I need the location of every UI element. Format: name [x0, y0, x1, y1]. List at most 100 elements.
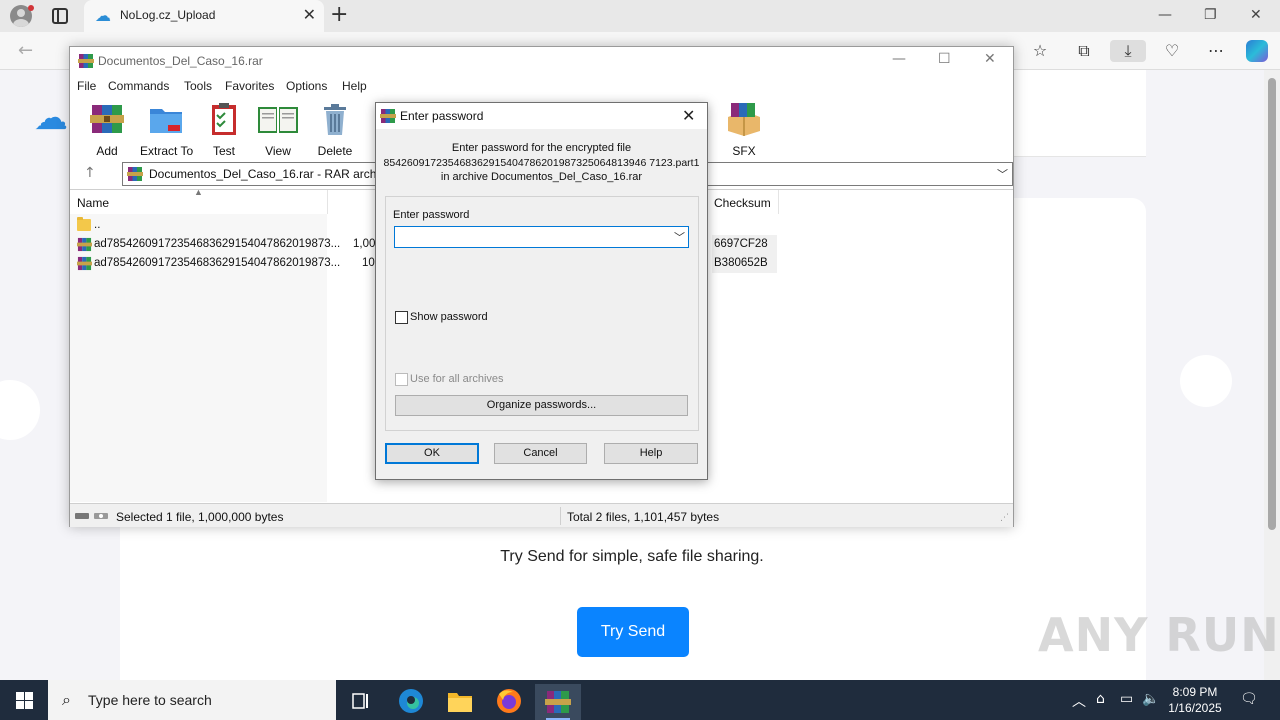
anyrun-watermark: ANY RUN — [1038, 608, 1280, 662]
resize-grip-icon[interactable]: ⋰ — [1000, 513, 1009, 523]
browser-tab-bar: ☁ NoLog.cz_Upload ✕ + — ❐ ✕ — [0, 0, 1280, 32]
dialog-message-line1: Enter password for the encrypted file — [451, 142, 632, 154]
edge-taskbar-button[interactable] — [391, 684, 431, 720]
minimize-icon[interactable]: — — [1158, 5, 1172, 25]
notifications-icon[interactable]: 🗨 — [1240, 691, 1258, 707]
close-tab-icon[interactable]: ✕ — [303, 6, 316, 24]
menu-help[interactable]: Help — [342, 79, 367, 93]
delete-trash-icon — [324, 104, 346, 135]
dialog-close-icon[interactable]: ✕ — [682, 106, 695, 125]
status-selected: Selected 1 file, 1,000,000 bytes — [116, 510, 284, 524]
menu-tools[interactable]: Tools — [184, 79, 212, 93]
folder-icon — [448, 693, 472, 712]
test-clipboard-icon — [212, 103, 236, 135]
test-button[interactable]: Test — [206, 101, 242, 158]
help-button[interactable]: Help — [604, 443, 698, 464]
delete-button[interactable]: Delete — [315, 101, 355, 158]
scrollbar-thumb[interactable] — [1268, 78, 1276, 530]
restore-icon[interactable]: ❐ — [1204, 5, 1217, 25]
favorites-icon[interactable]: ☆ — [1028, 40, 1052, 62]
column-name-label: Name — [77, 196, 110, 210]
column-checksum[interactable]: Checksum — [707, 190, 779, 214]
tab-title: NoLog.cz_Upload — [120, 8, 216, 22]
show-password-label[interactable]: Show password — [410, 311, 488, 323]
menu-file[interactable]: File — [77, 79, 96, 93]
browser-tab[interactable]: ☁ NoLog.cz_Upload ✕ — [84, 0, 324, 32]
firefox-icon — [497, 689, 521, 713]
rar-minimize-icon[interactable]: — — [892, 51, 906, 67]
winrar-menubar: File Commands Tools Favorites Options He… — [70, 75, 1013, 97]
cancel-button[interactable]: Cancel — [494, 443, 587, 464]
windows-start-icon[interactable] — [16, 692, 33, 709]
password-input[interactable]: ﹀ — [394, 226, 689, 248]
page-scrollbar[interactable] — [1264, 70, 1280, 680]
notification-dot — [28, 5, 34, 11]
volume-icon[interactable]: 🔈 — [1142, 691, 1159, 707]
chevron-down-icon[interactable]: ﹀ — [674, 229, 685, 245]
file-name: ad78542609172354683629154047862019873... — [94, 238, 341, 250]
drive-status-icon — [75, 513, 108, 519]
winrar-titlebar[interactable]: Documentos_Del_Caso_16.rar — ☐ ✕ — [70, 47, 1013, 75]
show-password-checkbox[interactable] — [395, 311, 408, 324]
winrar-taskbar-button[interactable] — [535, 684, 581, 720]
winrar-app-icon — [380, 109, 396, 123]
sort-ascending-icon: ▲ — [194, 187, 203, 197]
network-icon[interactable]: ▭ — [1120, 691, 1133, 707]
dialog-titlebar[interactable]: Enter password ✕ — [376, 103, 707, 129]
view-label: View — [265, 144, 291, 158]
extract-to-label: Extract To — [140, 144, 194, 158]
tray-chevron-up-icon[interactable]: ︿ — [1072, 691, 1086, 711]
extract-to-button[interactable]: Extract To — [140, 101, 194, 158]
close-window-icon[interactable]: ✕ — [1250, 5, 1262, 25]
sfx-label: SFX — [732, 144, 756, 158]
add-button[interactable]: Add — [86, 101, 128, 158]
chevron-down-icon[interactable]: ﹀ — [997, 166, 1008, 182]
menu-commands[interactable]: Commands — [108, 79, 169, 93]
search-icon: ⌕ — [62, 690, 71, 709]
organize-passwords-button[interactable]: Organize passwords... — [395, 395, 688, 416]
tray-device-icon[interactable]: ⌂ — [1096, 691, 1105, 707]
task-view-button[interactable] — [340, 684, 380, 720]
folder-icon — [77, 217, 91, 231]
up-folder-icon[interactable]: ↑ — [84, 165, 96, 181]
use-for-all-checkbox[interactable] — [395, 373, 408, 386]
password-dialog: Enter password ✕ Enter password for the … — [375, 102, 708, 480]
try-send-button[interactable]: Try Send — [577, 607, 689, 657]
new-tab-icon[interactable]: + — [330, 3, 348, 27]
taskbar-search[interactable]: ⌕ Type here to search — [48, 680, 336, 720]
view-button[interactable]: View — [256, 101, 300, 158]
archive-icon — [127, 167, 143, 181]
firefox-taskbar-button[interactable] — [489, 684, 529, 720]
winrar-title: Documentos_Del_Caso_16.rar — [98, 54, 263, 68]
taskbar: ⌕ Type here to search ︿ ⌂ ▭ 🔈 8:09 PM 1/… — [0, 680, 1280, 720]
rar-file-icon — [77, 256, 92, 271]
tab-actions-icon[interactable] — [52, 8, 68, 24]
ok-button[interactable]: OK — [385, 443, 479, 464]
sfx-button[interactable]: SFX — [724, 101, 764, 158]
file-checksum: B380652B — [712, 254, 777, 273]
collections-icon[interactable]: ⧉ — [1072, 40, 1096, 62]
taskbar-clock[interactable]: 8:09 PM 1/16/2025 — [1160, 684, 1230, 716]
file-checksum: 6697CF28 — [712, 235, 777, 254]
extract-to-icon — [150, 109, 182, 133]
more-options-icon[interactable]: ⋯ — [1204, 40, 1228, 62]
browser-essentials-icon[interactable]: ♡ — [1160, 40, 1184, 62]
winrar-app-icon — [78, 54, 94, 68]
menu-options[interactable]: Options — [286, 79, 327, 93]
task-view-icon — [352, 693, 368, 709]
file-explorer-button[interactable] — [440, 684, 480, 720]
dialog-title: Enter password — [400, 109, 484, 123]
column-name[interactable]: ▲ Name — [70, 187, 328, 214]
menu-favorites[interactable]: Favorites — [225, 79, 274, 93]
back-arrow-icon[interactable]: ← — [18, 40, 33, 61]
winrar-statusbar: Selected 1 file, 1,000,000 bytes Total 2… — [70, 503, 1013, 527]
archive-path-text: Documentos_Del_Caso_16.rar - RAR archive — [149, 167, 392, 181]
rar-close-icon[interactable]: ✕ — [984, 51, 996, 67]
clock-date: 1/16/2025 — [1168, 701, 1222, 715]
rar-maximize-icon[interactable]: ☐ — [938, 51, 951, 67]
copilot-icon[interactable] — [1246, 40, 1268, 62]
add-label: Add — [96, 144, 118, 158]
decor-circle — [1180, 355, 1232, 407]
downloads-icon[interactable]: ⤓ — [1110, 40, 1146, 62]
winrar-taskbar-icon — [545, 691, 571, 713]
